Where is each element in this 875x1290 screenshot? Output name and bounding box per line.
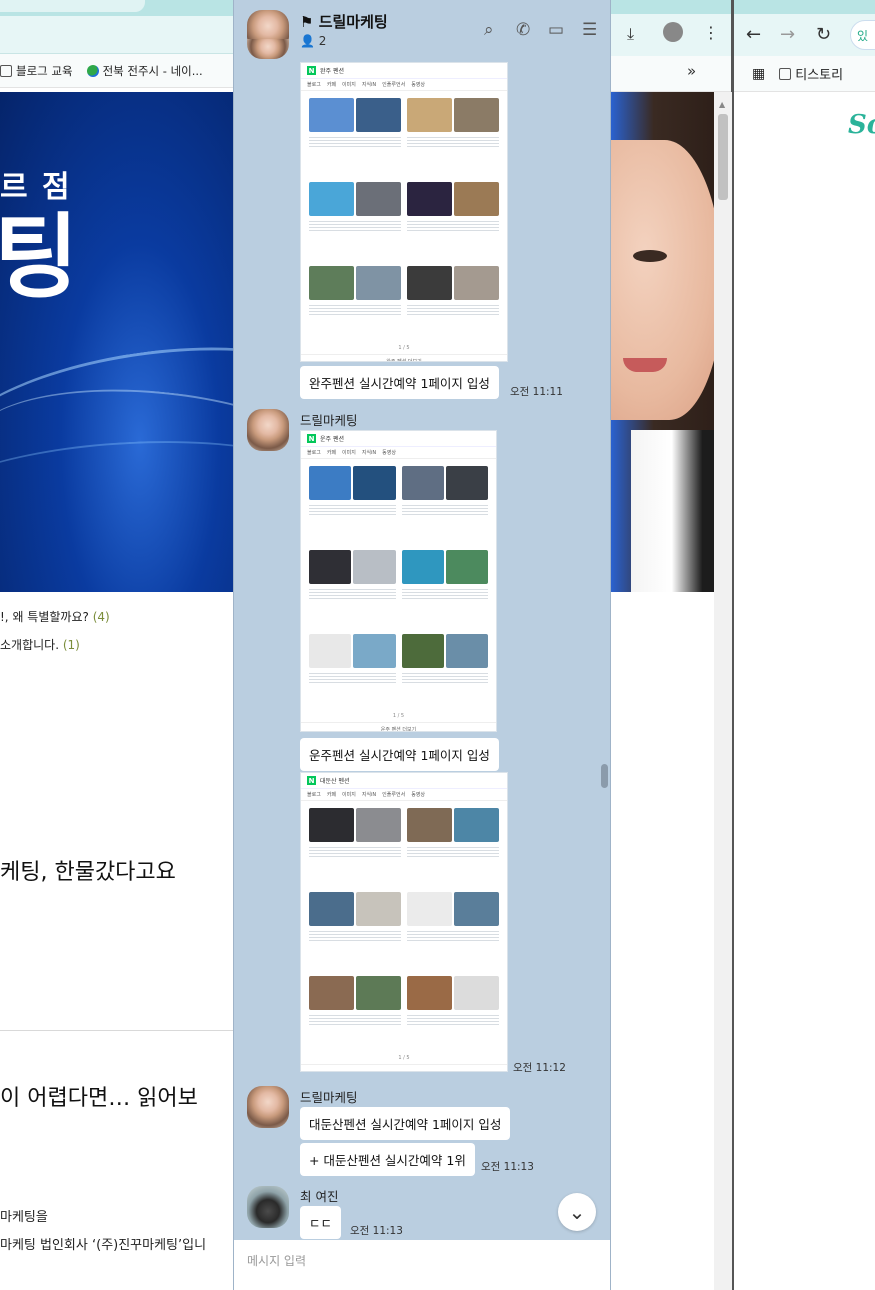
folder-icon: [779, 67, 792, 80]
message-input[interactable]: 메시지 입력: [234, 1240, 610, 1290]
bookmark-jeonju[interactable]: 전북 전주시 - 네이...: [86, 63, 203, 79]
message-bubble[interactable]: 대둔산펜션 실시간예약 1페이지 입성: [300, 1107, 511, 1140]
message-time: 오전 11:12: [513, 1062, 566, 1074]
message-bubble[interactable]: + 대둔산펜션 실시간예약 1위: [300, 1143, 475, 1176]
sender-avatar[interactable]: [247, 1186, 289, 1228]
download-icon[interactable]: ⤓: [627, 24, 634, 44]
search-screenshot-image[interactable]: N 운주 펜션 블로그 카페 이미지 지식iN 동영상 1 / 5 운주 펜션 더보기: [300, 430, 497, 732]
person-icon: 👤: [300, 34, 315, 48]
tab-strip: [0, 0, 233, 16]
chat-window: ⚑ 드릴마케팅 👤 2 ⌕ ✆ ▭ ☰ N 완주 펜션 블로그 카페 이미지 지식iN 인…: [233, 0, 611, 1290]
message-time: 오전 11:13: [350, 1225, 403, 1237]
flag-icon: ⚑: [300, 13, 314, 31]
article-heading: 이 어렵다면… 읽어보: [0, 1086, 198, 1111]
member-count[interactable]: 👤 2: [300, 34, 326, 48]
phone-icon[interactable]: ✆: [516, 20, 530, 40]
sender-name: 드릴마케팅: [300, 1090, 358, 1105]
left-browser-window: 블로그 교육 전북 전주시 - 네이... 르 점 팅 !, 왜 특별할까요? …: [0, 0, 233, 1290]
article-text: 마케팅을: [0, 1210, 48, 1225]
article-text: 마케팅 법인회사 ‘(주)진꾸마케팅’입니: [0, 1238, 207, 1253]
sender-avatar[interactable]: [247, 1086, 289, 1128]
post-link[interactable]: 소개합니다. (1): [0, 636, 80, 653]
more-menu-icon[interactable]: ⋮: [703, 23, 719, 42]
chat-scrollbar-thumb[interactable]: [601, 764, 608, 788]
bookmark-blog-education[interactable]: 블로그 교육: [0, 63, 73, 79]
bookmark-tistory-folder[interactable]: 티스토리: [779, 64, 843, 83]
right-background: ⤓ ⋮ » ← → ↻ 있 ▦ 티스토리 So ▲: [611, 0, 875, 1290]
back-icon[interactable]: ←: [746, 24, 761, 45]
chevron-more-icon[interactable]: »: [687, 62, 696, 80]
right-browser-window: ← → ↻ 있 ▦ 티스토리 So: [734, 0, 875, 1290]
video-call-icon[interactable]: ▭: [548, 20, 564, 40]
apps-grid-icon[interactable]: ▦: [752, 66, 765, 82]
message-time: 오전 11:11: [510, 386, 563, 398]
site-logo: So: [848, 110, 875, 140]
message-bubble[interactable]: 완주펜션 실시간예약 1페이지 입성: [300, 366, 499, 399]
bookmarks-bar: 블로그 교육 전북 전주시 - 네이...: [0, 54, 233, 88]
naver-map-icon: [86, 64, 99, 77]
divider: [0, 1030, 233, 1031]
browser-tab[interactable]: [0, 0, 145, 12]
message-bubble[interactable]: 운주펜션 실시간예약 1페이지 입성: [300, 738, 499, 771]
sender-avatar[interactable]: [247, 409, 289, 451]
hero-title: 팅: [0, 204, 79, 311]
message-input-placeholder: 메시지 입력: [247, 1254, 307, 1268]
chevron-down-icon: ⌄: [568, 1200, 586, 1224]
address-bar[interactable]: 있: [850, 20, 875, 50]
forward-icon[interactable]: →: [780, 24, 795, 45]
profile-avatar[interactable]: [663, 22, 683, 42]
sender-name: 드릴마케팅: [300, 413, 358, 428]
message-bubble[interactable]: ㄷㄷ: [300, 1206, 342, 1239]
article-heading: 케팅, 한물갔다고요: [0, 860, 176, 885]
folder-icon: [0, 64, 12, 77]
message-time: 오전 11:13: [481, 1161, 534, 1173]
sender-avatar[interactable]: [247, 39, 289, 59]
menu-icon[interactable]: ☰: [582, 20, 597, 40]
chat-header: ⚑ 드릴마케팅 👤 2 ⌕ ✆ ▭ ☰: [234, 0, 610, 60]
page-scrollbar[interactable]: ▲: [714, 92, 732, 1290]
reload-icon[interactable]: ↻: [816, 24, 831, 45]
search-screenshot-image[interactable]: N 완주 펜션 블로그 카페 이미지 지식iN 인플루언서 동영상 1 / 5 완주 펜션 …: [300, 62, 508, 362]
search-icon[interactable]: ⌕: [484, 20, 494, 40]
sender-name: 최 여진: [300, 1189, 339, 1204]
scroll-to-bottom-button[interactable]: ⌄: [558, 1193, 596, 1231]
hero-banner: 르 점 팅: [0, 92, 233, 592]
hero-subtitle: 르 점: [0, 170, 72, 205]
post-link[interactable]: !, 왜 특별할까요? (4): [0, 608, 110, 625]
bookmarks-bar: ▦ 티스토리: [734, 56, 875, 92]
address-bar-area[interactable]: [0, 16, 233, 54]
chat-title: ⚑ 드릴마케팅: [300, 13, 388, 31]
search-screenshot-image[interactable]: N 대둔산 펜션 블로그 카페 이미지 지식iN 인플루언서 동영상 1 / 5: [300, 772, 508, 1072]
